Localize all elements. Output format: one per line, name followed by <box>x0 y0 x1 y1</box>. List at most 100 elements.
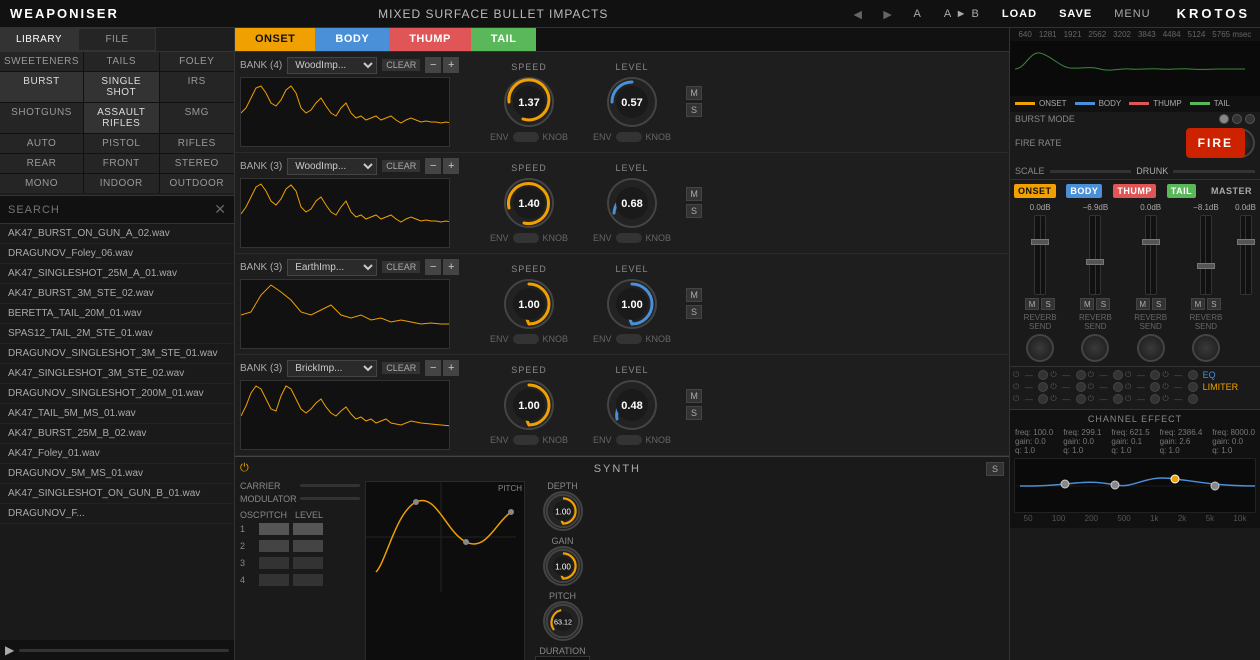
btn-irs[interactable]: IRS <box>160 72 235 102</box>
m-btn-2[interactable]: M <box>686 187 702 201</box>
fx-knob-1c[interactable] <box>1113 370 1123 380</box>
burst-toggle[interactable] <box>1219 114 1255 124</box>
btn-mono[interactable]: MONO <box>0 174 83 193</box>
reverb-knob-tail[interactable] <box>1192 334 1220 362</box>
nav-prev[interactable]: ◄ <box>848 6 868 22</box>
m-btn-1[interactable]: M <box>686 86 702 100</box>
btn-auto[interactable]: AUTO <box>0 134 83 153</box>
fire-button[interactable]: FIRE <box>1186 128 1245 158</box>
btn-sweeteners[interactable]: SWEETENERS <box>0 52 83 71</box>
level-env-toggle-4[interactable] <box>616 435 642 445</box>
reverb-knob-thump[interactable] <box>1137 334 1165 362</box>
level-knob-2[interactable]: 0.68 <box>605 176 659 230</box>
btn-foley[interactable]: FOLEY <box>160 52 235 71</box>
btn-stereo[interactable]: STEREO <box>160 154 235 173</box>
fader-track-onset[interactable] <box>1034 215 1046 295</box>
add-btn-plus-2[interactable]: + <box>443 158 459 174</box>
speed-env-toggle-4[interactable] <box>513 435 539 445</box>
btn-rifles[interactable]: RIFLES <box>160 134 235 153</box>
list-item[interactable]: DRAGUNOV_SINGLESHOT_3M_STE_01.wav <box>0 344 234 364</box>
btn-tails[interactable]: TAILS <box>84 52 158 71</box>
list-item[interactable]: SPAS12_TAIL_2M_STE_01.wav <box>0 324 234 344</box>
level-env-toggle-3[interactable] <box>616 334 642 344</box>
menu-button[interactable]: MENU <box>1108 6 1156 22</box>
fx-knob-1d[interactable] <box>1150 370 1160 380</box>
fx-power-3b[interactable]: ⏻ <box>1050 394 1056 404</box>
list-item[interactable]: DRAGUNOV_SINGLESHOT_200M_01.wav <box>0 384 234 404</box>
list-item[interactable]: DRAGUNOV_5M_MS_01.wav <box>0 464 234 484</box>
fx-power-1a[interactable]: ⏻ <box>1013 370 1019 380</box>
speed-env-toggle-2[interactable] <box>513 233 539 243</box>
speed-knob-1[interactable]: 1.37 <box>502 75 556 129</box>
fx-power-3c[interactable]: ⏻ <box>1088 394 1094 404</box>
m-btn-3[interactable]: M <box>686 288 702 302</box>
btn-shotguns[interactable]: SHOTGUNS <box>0 103 83 133</box>
fx-power-3a[interactable]: ⏻ <box>1013 394 1019 404</box>
list-item[interactable]: BERETTA_TAIL_20M_01.wav <box>0 304 234 324</box>
fx-knob-2b[interactable] <box>1076 382 1086 392</box>
fx-power-1b[interactable]: ⏻ <box>1050 370 1056 380</box>
search-close-icon[interactable]: ✕ <box>214 201 226 218</box>
fx-power-2a[interactable]: ⏻ <box>1013 382 1019 392</box>
fx-knob-2c[interactable] <box>1113 382 1123 392</box>
add-btn-minus-4[interactable]: − <box>425 360 441 376</box>
nav-next[interactable]: ► <box>878 6 898 22</box>
fx-power-2b[interactable]: ⏻ <box>1050 382 1056 392</box>
add-btn-plus-1[interactable]: + <box>443 57 459 73</box>
s-body[interactable]: S <box>1096 298 1110 310</box>
add-btn-plus-3[interactable]: + <box>443 259 459 275</box>
btn-singleshot[interactable]: SINGLE SHOT <box>84 72 158 102</box>
drunk-slider[interactable] <box>1173 170 1255 173</box>
scale-slider[interactable] <box>1050 170 1132 173</box>
list-item[interactable]: DRAGUNOV_Foley_06.wav <box>0 244 234 264</box>
btn-rear[interactable]: REAR <box>0 154 83 173</box>
clear-btn-3[interactable]: CLEAR <box>382 261 420 273</box>
add-btn-plus-4[interactable]: + <box>443 360 459 376</box>
m-onset[interactable]: M <box>1025 298 1039 310</box>
fader-track-thump[interactable] <box>1145 215 1157 295</box>
m-thump[interactable]: M <box>1136 298 1150 310</box>
btn-assaultrifles[interactable]: ASSAULT RIFLES <box>84 103 158 133</box>
reverb-knob-body[interactable] <box>1081 334 1109 362</box>
search-input[interactable] <box>8 204 214 216</box>
ab-button[interactable]: A ► B <box>938 6 986 22</box>
carrier-slider[interactable] <box>300 484 360 487</box>
speed-env-toggle-3[interactable] <box>513 334 539 344</box>
fx-knob-2e[interactable] <box>1188 382 1198 392</box>
fx-knob-1b[interactable] <box>1076 370 1086 380</box>
synth-power-icon[interactable]: ⏻ <box>240 462 249 475</box>
list-item[interactable]: AK47_Foley_01.wav <box>0 444 234 464</box>
fx-knob-2d[interactable] <box>1150 382 1160 392</box>
bank-select-1[interactable]: WoodImp... <box>287 57 377 74</box>
list-item[interactable]: AK47_SINGLESHOT_3M_STE_02.wav <box>0 364 234 384</box>
s-btn-2[interactable]: S <box>686 204 702 218</box>
speed-knob-3[interactable]: 1.00 <box>502 277 556 331</box>
play-icon[interactable]: ▶ <box>5 643 14 657</box>
depth-knob[interactable]: 1.00 <box>543 491 583 531</box>
list-item[interactable]: AK47_SINGLESHOT_ON_GUN_B_01.wav <box>0 484 234 504</box>
btn-outdoor[interactable]: OUTDOOR <box>160 174 235 193</box>
fx-power-3d[interactable]: ⏻ <box>1125 394 1131 404</box>
fx-knob-3d[interactable] <box>1150 394 1160 404</box>
list-item[interactable]: AK47_TAIL_5M_MS_01.wav <box>0 404 234 424</box>
level-knob-1[interactable]: 0.57 <box>605 75 659 129</box>
fx-knob-1a[interactable] <box>1038 370 1048 380</box>
fx-power-1c[interactable]: ⏻ <box>1088 370 1094 380</box>
tab-file[interactable]: FILE <box>78 28 156 51</box>
m-btn-4[interactable]: M <box>686 389 702 403</box>
list-item[interactable]: AK47_BURST_3M_STE_02.wav <box>0 284 234 304</box>
tab-onset[interactable]: ONSET <box>235 28 315 51</box>
s-btn-1[interactable]: S <box>686 103 702 117</box>
reverb-knob-onset[interactable] <box>1026 334 1054 362</box>
m-body[interactable]: M <box>1080 298 1094 310</box>
fx-knob-3e[interactable] <box>1188 394 1198 404</box>
load-button[interactable]: LOAD <box>996 6 1043 22</box>
fx-knob-2a[interactable] <box>1038 382 1048 392</box>
gain-knob[interactable]: 1.00 <box>543 546 583 586</box>
fader-track-body[interactable] <box>1089 215 1101 295</box>
tab-library[interactable]: LIBRARY <box>0 28 78 51</box>
list-item[interactable]: AK47_SINGLESHOT_25M_A_01.wav <box>0 264 234 284</box>
btn-indoor[interactable]: INDOOR <box>84 174 158 193</box>
fx-knob-3a[interactable] <box>1038 394 1048 404</box>
s-thump[interactable]: S <box>1152 298 1166 310</box>
